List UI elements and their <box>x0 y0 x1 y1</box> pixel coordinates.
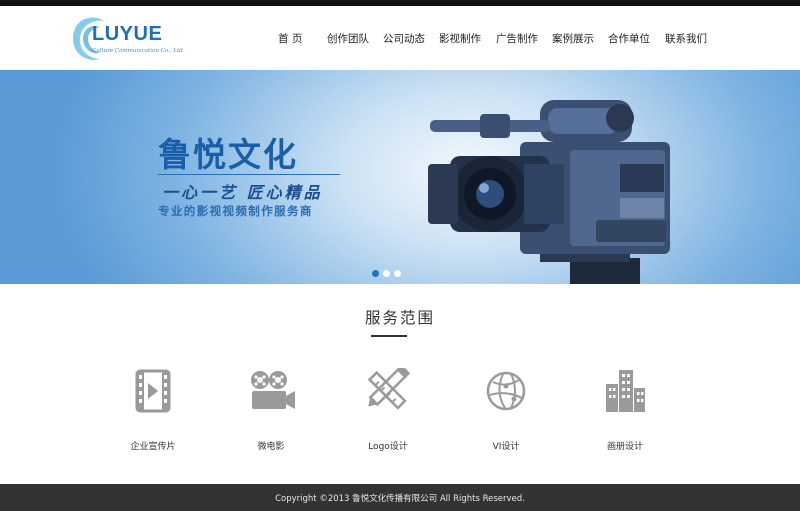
banner-subtitle: 专业的影视视频制作服务商 <box>158 204 313 218</box>
banner-divider <box>158 174 340 175</box>
slide-indicators <box>372 262 405 281</box>
service-label: 画册设计 <box>606 442 643 452</box>
banner-slogan: 一心一艺 匠心精品 <box>162 183 323 202</box>
nav-item-ads[interactable]: 广告制作 <box>496 31 538 46</box>
nav-item-contact[interactable]: 联系我们 <box>665 31 707 46</box>
service-corporate-video[interactable]: 企业宣传片 <box>98 368 208 458</box>
service-brochure-design[interactable]: 画册设计 <box>570 368 680 458</box>
copyright-text: Copyright ©2013 鲁悦文化传播有限公司 All Rights Re… <box>275 494 525 504</box>
service-label: 微电影 <box>257 442 285 452</box>
nav-item-partners[interactable]: 合作单位 <box>608 31 650 46</box>
film-play-icon <box>135 369 171 413</box>
nav-item-cases[interactable]: 案例展示 <box>552 31 594 46</box>
nav-item-film[interactable]: 影视制作 <box>439 31 481 46</box>
slide-dot-2[interactable] <box>383 270 390 277</box>
banner-title: 鲁悦文化 <box>158 135 298 174</box>
service-vi-design[interactable]: VI设计 <box>451 368 561 458</box>
service-label: Logo设计 <box>368 442 408 452</box>
logo-tagline: Culture Communication Co., Ltd <box>92 48 183 54</box>
nav-item-news[interactable]: 公司动态 <box>383 31 425 46</box>
services-underline <box>371 335 407 337</box>
video-camera-icon <box>428 100 670 284</box>
service-label: 企业宣传片 <box>130 442 176 452</box>
slide-dot-1[interactable] <box>372 270 379 277</box>
hero-banner[interactable]: 鲁悦文化 一心一艺 匠心精品 专业的影视视频制作服务商 <box>0 70 800 284</box>
site-header: LUYUE Culture Communication Co., Ltd 首 页… <box>0 6 800 70</box>
nav-item-home[interactable]: 首 页 <box>278 31 302 46</box>
buildings-icon <box>606 370 645 412</box>
nav-item-team[interactable]: 创作团队 <box>327 31 369 46</box>
site-footer: Copyright ©2013 鲁悦文化传播有限公司 All Rights Re… <box>0 484 800 511</box>
service-label: VI设计 <box>492 442 520 452</box>
globe-icon <box>486 371 526 411</box>
service-micro-film[interactable]: 微电影 <box>216 368 326 458</box>
movie-projector-icon <box>251 371 295 409</box>
service-logo-design[interactable]: Logo设计 <box>333 368 443 458</box>
slide-dot-3[interactable] <box>394 270 401 277</box>
main-nav: 首 页 创作团队 公司动态 影视制作 广告制作 案例展示 合作单位 联系我们 <box>0 31 800 47</box>
pencil-ruler-icon <box>367 368 411 410</box>
services-heading: 服务范围 <box>364 309 435 327</box>
